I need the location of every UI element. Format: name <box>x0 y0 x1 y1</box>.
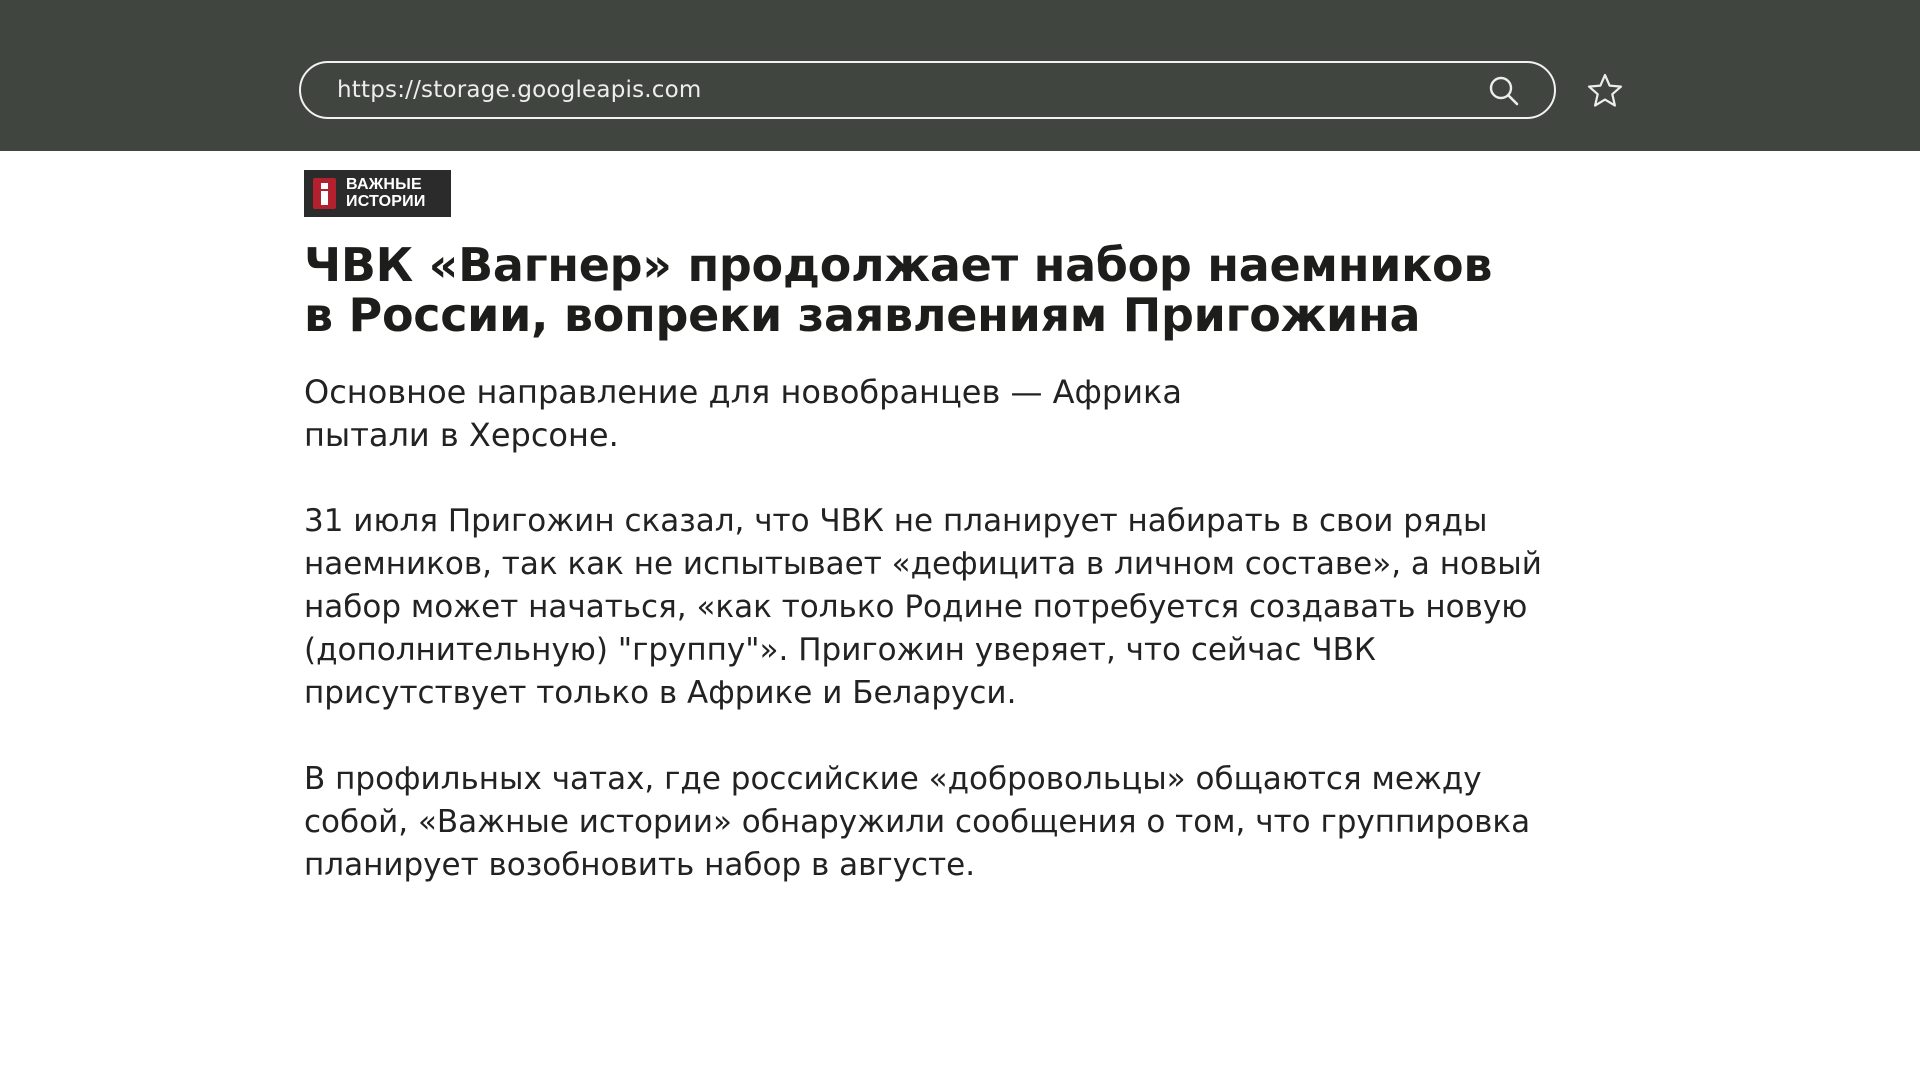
article-paragraph-1: 31 июля Пригожин сказал, что ЧВК не план… <box>304 500 1704 715</box>
brand-logo[interactable]: ВАЖНЫЕ ИСТОРИИ <box>304 170 451 217</box>
paragraph-line: присутствует только в Африке и Беларуси. <box>304 675 1017 711</box>
address-bar[interactable]: https://storage.googleapis.com <box>299 61 1556 119</box>
browser-toolbar: https://storage.googleapis.com <box>0 0 1920 151</box>
article-lead: Основное направление для новобранцев — А… <box>304 371 1704 457</box>
title-line: в России, вопреки заявлениям Пригожина <box>304 288 1421 342</box>
paragraph-line: (дополнительную) "группу"». Пригожин уве… <box>304 632 1376 668</box>
url-text[interactable]: https://storage.googleapis.com <box>337 63 702 117</box>
paragraph-line: собой, «Важные истории» обнаружили сообщ… <box>304 804 1531 840</box>
paragraph-line: В профильных чатах, где российские «добр… <box>304 761 1482 797</box>
paragraph-line: 31 июля Пригожин сказал, что ЧВК не план… <box>304 503 1488 539</box>
paragraph-line: набор может начаться, «как только Родине… <box>304 589 1528 625</box>
lead-line: Основное направление для новобранцев — А… <box>304 373 1182 411</box>
brand-mark-icon <box>313 178 336 209</box>
brand-line-2: ИСТОРИИ <box>346 193 426 210</box>
star-icon[interactable] <box>1586 72 1624 110</box>
search-icon[interactable] <box>1488 75 1520 107</box>
article-paragraph-2: В профильных чатах, где российские «добр… <box>304 758 1704 887</box>
paragraph-line: наемников, так как не испытывает «дефици… <box>304 546 1542 582</box>
paragraph-line: планирует возобновить набор в августе. <box>304 847 976 883</box>
title-line: ЧВК «Вагнер» продолжает набор наемников <box>304 238 1493 292</box>
article-title: ЧВК «Вагнер» продолжает набор наемников … <box>304 240 1704 340</box>
brand-name: ВАЖНЫЕ ИСТОРИИ <box>346 176 426 210</box>
lead-line: пытали в Херсоне. <box>304 416 619 454</box>
brand-line-1: ВАЖНЫЕ <box>346 176 422 193</box>
